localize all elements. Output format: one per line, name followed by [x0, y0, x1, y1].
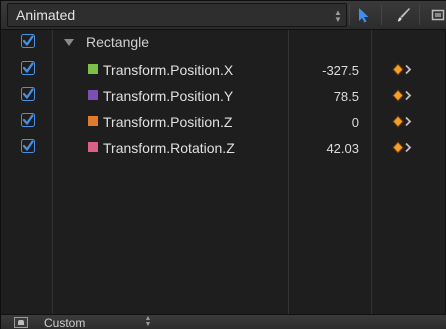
list-header: Animated ▲ ▼: [1, 1, 446, 30]
divider: [419, 5, 420, 25]
parameter-row[interactable]: Transform.Position.Z 0: [1, 110, 446, 136]
paint-brush-icon: [397, 8, 410, 22]
enable-checkbox[interactable]: [21, 34, 35, 48]
parameter-label: Transform.Position.Z: [103, 114, 233, 130]
curve-color-swatch: [88, 142, 98, 152]
curve-set-icon[interactable]: [14, 317, 28, 328]
parameter-value[interactable]: 78.5: [334, 89, 359, 104]
disclosure-triangle-icon[interactable]: [64, 39, 74, 46]
keyframe-parameter-list: Animated ▲ ▼ Rectangle Transform.Positio…: [0, 0, 446, 329]
group-row-rectangle[interactable]: Rectangle: [1, 31, 446, 57]
keyframe-navigation-icon[interactable]: [392, 139, 416, 157]
keyframe-navigation-icon[interactable]: [392, 87, 416, 105]
enable-checkbox[interactable]: [21, 87, 35, 101]
group-label: Rectangle: [86, 34, 150, 50]
curve-set-popup[interactable]: Custom: [44, 316, 85, 329]
curve-color-swatch: [88, 90, 98, 100]
enable-checkbox[interactable]: [21, 113, 35, 127]
keyframe-navigation-icon[interactable]: [392, 61, 416, 79]
parameter-label: Transform.Rotation.Z: [103, 140, 235, 156]
parameter-row[interactable]: Transform.Position.X -327.5: [1, 58, 446, 84]
parameter-value[interactable]: 42.03: [326, 141, 359, 156]
filter-popup-label: Animated: [16, 7, 76, 23]
parameter-value[interactable]: -327.5: [322, 63, 359, 78]
curve-color-swatch: [88, 64, 98, 74]
parameter-row[interactable]: Transform.Rotation.Z 42.03: [1, 136, 446, 162]
popup-stepper-icon: ▲ ▼: [334, 8, 342, 24]
arrow-select-icon: [359, 8, 369, 23]
divider: [381, 5, 382, 25]
keyframe-navigation-icon[interactable]: [392, 113, 416, 131]
arrow-select-tool[interactable]: [351, 3, 377, 27]
parameter-label: Transform.Position.Y: [103, 88, 234, 104]
parameter-label: Transform.Position.X: [103, 62, 234, 78]
frame-box-tool[interactable]: [425, 3, 446, 27]
popup-stepper-icon: ▲ ▼: [144, 315, 152, 328]
enable-checkbox[interactable]: [21, 139, 35, 153]
parameter-value[interactable]: 0: [352, 115, 359, 130]
filter-popup[interactable]: Animated ▲ ▼: [7, 3, 347, 27]
curve-color-swatch: [88, 116, 98, 126]
list-footer: Custom ▲ ▼: [1, 314, 446, 329]
parameter-row[interactable]: Transform.Position.Y 78.5: [1, 84, 446, 110]
enable-checkbox[interactable]: [21, 61, 35, 75]
paint-brush-tool[interactable]: [391, 3, 417, 27]
frame-box-icon: [431, 9, 445, 21]
divider: [349, 5, 350, 25]
